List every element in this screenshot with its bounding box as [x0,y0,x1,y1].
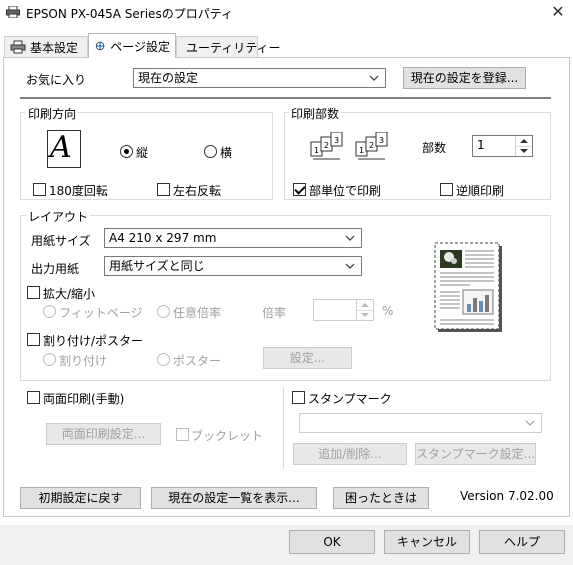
separator [20,97,551,99]
scale-checkbox[interactable] [27,286,40,299]
multi-page-settings-button[interactable]: 設定... [263,347,352,369]
reverse-order-checkbox[interactable] [440,183,453,196]
collate-checkbox[interactable] [293,183,306,196]
stamp-add-remove-button[interactable]: 追加/削除... [293,443,407,465]
tab-utility[interactable]: ユーティリティー [176,36,281,57]
output-paper-select[interactable]: 用紙サイズと同じ [104,256,362,276]
multi-page-label: 割り付け/ポスター [43,334,144,348]
cancel-button[interactable]: キャンセル [384,530,470,554]
stamp-select[interactable] [299,413,542,433]
booklet-label: ブックレット [191,429,264,443]
register-current-settings-button[interactable]: 現在の設定を登録... [403,67,526,89]
poster-label: ポスター [173,354,222,368]
ratio-stepper[interactable] [313,299,374,321]
chevron-down-icon [369,75,379,81]
paper-size-value: A4 210 x 297 mm [109,231,217,245]
window-title: EPSON PX-045A Seriesのプロパティ [26,7,233,21]
scale-label: 拡大/縮小 [43,287,96,301]
favorites-select[interactable]: 現在の設定 [133,68,386,88]
ok-button[interactable]: OK [289,530,375,554]
paper-size-label: 用紙サイズ [31,234,91,248]
duplex-label: 両面印刷(手動) [43,392,125,406]
ratio-label: 倍率 [262,306,287,320]
poster-radio[interactable] [157,353,170,366]
landscape-label: 横 [220,146,233,160]
fit-page-radio[interactable] [43,305,56,318]
troubleshoot-button[interactable]: 困ったときは [333,487,429,509]
copies-group-title: 印刷部数 [289,105,342,122]
tab-basic-settings[interactable]: 基本設定 [4,36,88,57]
decrement-button[interactable] [357,310,373,320]
collate-number: 2 [369,141,374,150]
stamp-label: スタンプマーク [308,392,392,406]
copies-stepper[interactable]: 1 [472,135,533,157]
printer-icon [10,40,26,54]
tab-label: 基本設定 [30,40,79,55]
landscape-radio[interactable] [204,145,217,158]
portrait-page-icon: A [47,130,81,168]
show-settings-list-button[interactable]: 現在の設定一覧を表示... [151,487,317,509]
mirror-checkbox[interactable] [157,183,170,196]
tab-page-setup[interactable]: ページ設定 [88,33,176,58]
stamp-checkbox[interactable] [292,391,305,404]
favorites-value: 現在の設定 [138,71,199,85]
collate-number: 1 [314,146,319,155]
collate-number: 3 [334,136,339,145]
rotate-180-checkbox[interactable] [33,183,46,196]
page-preview-thumbnail [434,242,502,332]
chevron-down-icon [345,235,355,241]
paper-size-select[interactable]: A4 210 x 297 mm [104,228,362,248]
orientation-group-title: 印刷方向 [26,105,79,122]
portrait-radio[interactable] [120,145,133,158]
ratio-unit: % [382,304,394,318]
tab-label: ページ設定 [110,39,170,54]
stepper-arrows [515,136,532,156]
chevron-down-icon [525,420,535,426]
nup-label: 割り付け [59,354,108,368]
stepper-arrows [356,300,373,320]
output-paper-label: 出力用紙 [31,262,80,276]
copies-value: 1 [477,138,485,152]
version-text: Version 7.02.00 [460,489,554,503]
restore-defaults-button[interactable]: 初期設定に戻す [20,487,141,509]
rotate-180-label: 180度回転 [49,184,108,198]
reverse-order-label: 逆順印刷 [456,184,505,198]
portrait-letter: A [50,130,72,165]
output-paper-value: 用紙サイズと同じ [109,259,205,273]
multi-page-checkbox[interactable] [27,333,40,346]
custom-scale-radio[interactable] [157,305,170,318]
page-setup-icon [95,41,105,51]
chevron-down-icon [345,263,355,269]
favorites-label: お気に入り [26,73,87,87]
mirror-label: 左右反転 [173,184,222,198]
stamp-settings-button[interactable]: スタンプマーク設定... [415,443,536,465]
duplex-settings-button[interactable]: 両面印刷設定... [46,423,161,445]
collate-number: 2 [324,141,329,150]
vertical-divider [283,387,284,469]
copies-count-label: 部数 [422,141,447,155]
nup-radio[interactable] [43,353,56,366]
collate-label: 部単位で印刷 [309,184,382,198]
collate-number: 3 [379,136,384,145]
help-button[interactable]: ヘルプ [479,530,565,554]
collate-icon: 1 2 3 [310,132,343,160]
duplex-checkbox[interactable] [27,391,40,404]
decrement-button[interactable] [516,146,532,156]
printer-icon [6,6,20,18]
booklet-checkbox[interactable] [176,428,189,441]
portrait-label: 縦 [136,146,149,160]
tab-label: ユーティリティー [186,40,281,55]
custom-scale-label: 任意倍率 [173,306,222,320]
layout-group-title: レイアウト [26,208,91,225]
collate-number: 1 [359,146,364,155]
fit-page-label: フィットページ [59,306,143,320]
title-bar: EPSON PX-045A Seriesのプロパティ ✕ [0,0,573,26]
close-icon[interactable]: ✕ [548,2,568,22]
collate-icon: 1 2 3 [355,132,388,160]
